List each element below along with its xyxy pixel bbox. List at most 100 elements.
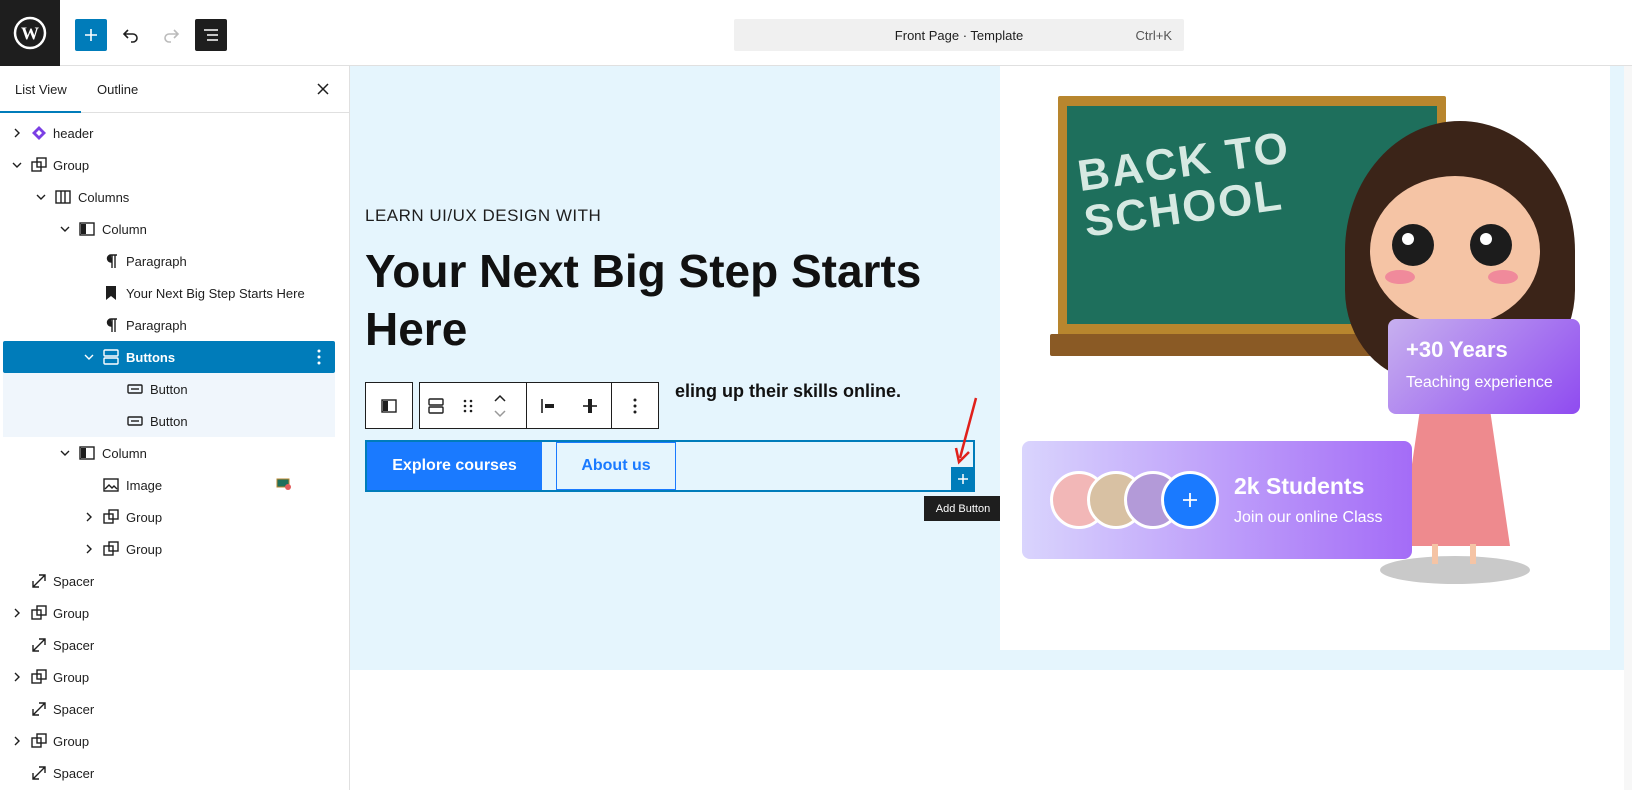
add-button-tooltip: Add Button: [924, 496, 1002, 521]
move-up-down-buttons[interactable]: [484, 390, 516, 422]
chevron-down-icon[interactable]: [11, 159, 23, 171]
wordpress-logo-button[interactable]: W: [0, 0, 60, 66]
list-item-label: Column: [102, 222, 147, 237]
column-parent-icon: [381, 398, 397, 413]
block-inserter-button[interactable]: [75, 19, 107, 51]
button-icon: [127, 416, 143, 426]
explore-courses-button[interactable]: Explore courses: [367, 442, 542, 490]
list-item[interactable]: header: [3, 117, 335, 149]
list-item-label: Buttons: [126, 350, 176, 365]
list-item[interactable]: Button: [3, 405, 335, 437]
justify-button[interactable]: [532, 390, 564, 422]
list-item[interactable]: Spacer: [3, 629, 335, 661]
chevron-right-icon[interactable]: [83, 511, 95, 523]
redo-icon: [164, 29, 180, 43]
list-item-label: Columns: [78, 190, 130, 205]
spacer-icon: [32, 766, 46, 780]
block-toolbar: [365, 382, 659, 429]
list-item[interactable]: Paragraph: [3, 245, 335, 277]
document-overview-button[interactable]: [195, 19, 227, 51]
toolbar-options-group: [611, 382, 659, 429]
hero-image[interactable]: BACK TO SCHOOL +30 Years Teaching experi…: [1000, 66, 1610, 650]
chevron-down-icon[interactable]: [83, 351, 95, 363]
keyboard-shortcut: Ctrl+K: [1135, 28, 1172, 43]
image-thumbnail-icon: [276, 478, 291, 490]
template-part-icon: [32, 126, 46, 140]
spacer-icon: [32, 638, 46, 652]
list-item[interactable]: Paragraph: [3, 309, 335, 341]
editor-canvas[interactable]: LEARN UI/UX DESIGN WITH Your Next Big St…: [350, 66, 1632, 790]
list-view-icon: [204, 29, 218, 41]
list-item-selected[interactable]: Buttons: [3, 341, 335, 373]
add-button-appender[interactable]: [951, 467, 975, 491]
undo-button[interactable]: [115, 19, 147, 51]
chevron-right-icon[interactable]: [11, 607, 23, 619]
group-icon: [31, 733, 47, 748]
girl-right-cheek: [1488, 270, 1518, 284]
chevron-down-icon[interactable]: [59, 223, 71, 235]
more-options-icon[interactable]: [317, 349, 321, 365]
list-item[interactable]: Group: [3, 597, 335, 629]
block-type-button[interactable]: [420, 390, 452, 422]
list-item[interactable]: Group: [3, 725, 335, 757]
chevron-down-icon[interactable]: [35, 191, 47, 203]
toolbar-align-group: [526, 382, 612, 429]
list-item[interactable]: Group: [3, 533, 335, 565]
toolbar-parent-group: [365, 382, 413, 429]
buttons-block-selected[interactable]: Explore courses About us: [365, 440, 975, 492]
years-experience-card: +30 Years Teaching experience: [1388, 319, 1580, 414]
years-title: +30 Years: [1406, 337, 1508, 362]
list-item[interactable]: Your Next Big Step Starts Here: [3, 277, 335, 309]
buttons-icon: [428, 397, 444, 414]
tab-list-view[interactable]: List View: [15, 82, 67, 97]
girl-left-eye: [1392, 224, 1434, 266]
list-item-label: Group: [126, 510, 163, 525]
hero-heading[interactable]: Your Next Big Step Starts Here: [365, 242, 945, 358]
close-sidebar-button[interactable]: [313, 79, 333, 99]
students-subtitle: Join our online Class: [1234, 509, 1383, 526]
chevron-right-icon[interactable]: [11, 735, 23, 747]
toolbar-block-group: [419, 382, 527, 429]
list-item[interactable]: Button: [3, 373, 335, 405]
column-icon: [79, 222, 95, 236]
redo-button[interactable]: [155, 19, 187, 51]
list-item[interactable]: Columns: [3, 181, 335, 213]
list-item[interactable]: Group: [3, 661, 335, 693]
chevron-right-icon[interactable]: [83, 543, 95, 555]
list-item-label: Image: [126, 478, 163, 493]
select-parent-button[interactable]: [373, 390, 405, 422]
vertical-align-button[interactable]: [574, 390, 606, 422]
group-icon: [31, 605, 47, 620]
list-item[interactable]: Column: [3, 213, 335, 245]
list-item-label: Column: [102, 446, 147, 461]
command-palette-bar[interactable]: Front Page · Template Ctrl+K: [734, 19, 1184, 51]
hero-eyebrow[interactable]: LEARN UI/UX DESIGN WITH: [365, 206, 601, 226]
plus-icon: [85, 29, 97, 41]
block-options-button[interactable]: [619, 390, 651, 422]
list-item[interactable]: Spacer: [3, 757, 335, 789]
list-item[interactable]: Group: [3, 149, 335, 181]
list-item[interactable]: Group: [3, 501, 335, 533]
list-item[interactable]: Spacer: [3, 693, 335, 725]
spacer-icon: [32, 702, 46, 716]
list-item-label: Group: [53, 158, 90, 173]
list-item-label: Group: [53, 606, 90, 621]
about-us-button[interactable]: About us: [556, 442, 676, 490]
editor-header: W Front Page · Template Ctrl+K: [0, 0, 1632, 66]
undo-icon: [122, 29, 138, 43]
canvas-scrollbar[interactable]: [1624, 66, 1632, 790]
group-icon: [31, 669, 47, 684]
chevron-right-icon[interactable]: [11, 127, 23, 139]
list-item[interactable]: Image: [3, 469, 335, 501]
list-item[interactable]: Spacer: [3, 565, 335, 597]
drag-handle[interactable]: [452, 390, 484, 422]
chevron-right-icon[interactable]: [11, 671, 23, 683]
chevron-down-icon[interactable]: [59, 447, 71, 459]
close-icon: [317, 83, 329, 95]
hero-section[interactable]: LEARN UI/UX DESIGN WITH Your Next Big St…: [350, 66, 1624, 670]
girl-legs-illustration: [1432, 544, 1476, 564]
tab-outline[interactable]: Outline: [97, 82, 138, 97]
list-item[interactable]: Column: [3, 437, 335, 469]
plus-icon: [1183, 493, 1197, 507]
girl-dress-illustration: [1400, 396, 1510, 546]
